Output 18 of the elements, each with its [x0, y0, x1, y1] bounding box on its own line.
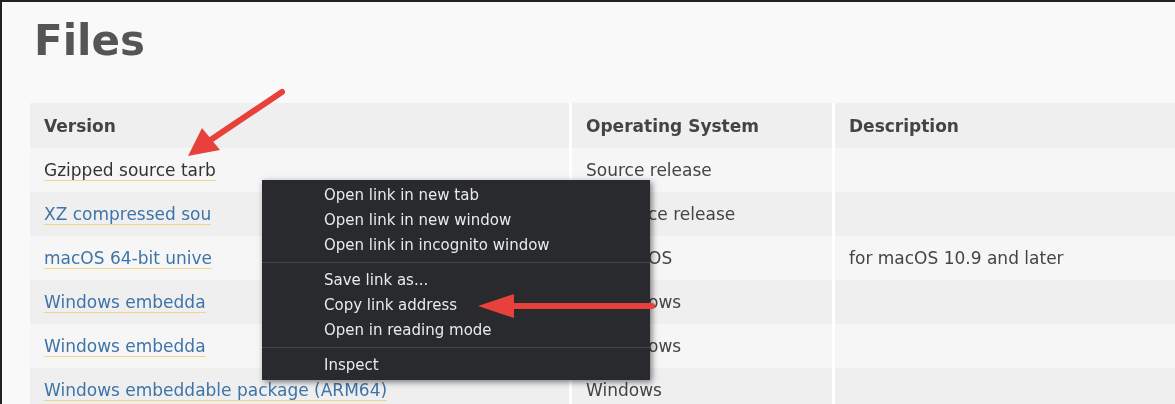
table-cell: ows [648, 336, 682, 356]
file-link[interactable]: Windows embedda [44, 335, 206, 357]
file-link[interactable]: Gzipped source tarb [44, 159, 216, 181]
menu-item[interactable]: Open link in incognito window [262, 233, 650, 258]
menu-item[interactable]: Open link in new tab [262, 183, 650, 208]
menu-item[interactable]: Open in reading mode [262, 318, 650, 343]
table-cell: for macOS 10.9 and later [849, 248, 1064, 268]
table-cell: Windows [586, 380, 662, 400]
menu-item[interactable]: Save link as... [262, 268, 650, 293]
table-cell: Source release [586, 160, 712, 180]
menu-item[interactable]: Copy link address [262, 293, 650, 318]
menu-item[interactable]: Open link in new window [262, 208, 650, 233]
menu-item[interactable]: Inspect [262, 353, 650, 378]
file-link[interactable]: macOS 64-bit unive [44, 247, 213, 269]
file-link[interactable]: Windows embedda [44, 291, 206, 313]
page-title: Files [33, 15, 146, 67]
file-link[interactable]: XZ compressed sou [44, 203, 212, 225]
column-header: Description [848, 114, 960, 138]
